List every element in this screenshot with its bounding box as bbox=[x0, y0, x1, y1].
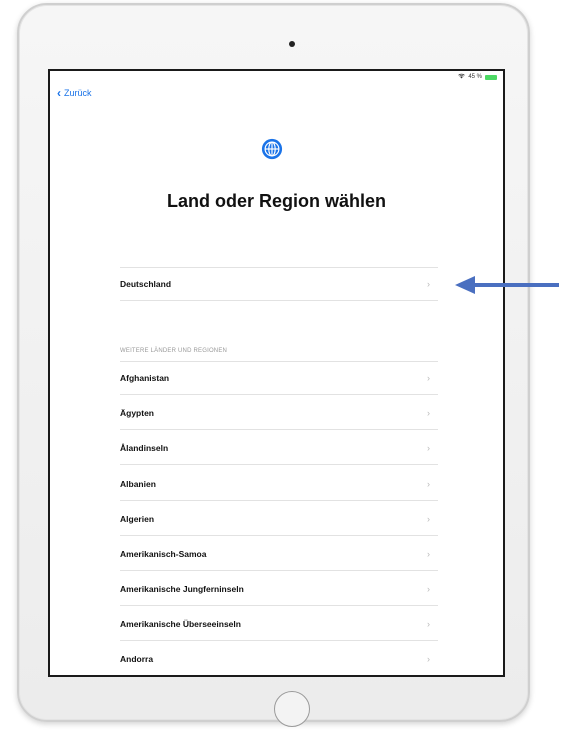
ipad-screen: 45 % ‹ Zurück Land oder Region wählen De… bbox=[48, 69, 505, 677]
chevron-right-icon: › bbox=[427, 653, 430, 664]
country-row[interactable]: Amerikanische Jungferninseln › bbox=[120, 572, 438, 606]
chevron-right-icon: › bbox=[427, 548, 430, 559]
country-label: Ägypten bbox=[120, 407, 154, 418]
country-label: Amerikanische Jungferninseln bbox=[120, 583, 244, 594]
country-row[interactable]: Albanien › bbox=[120, 467, 438, 501]
chevron-right-icon: › bbox=[427, 478, 430, 489]
page-title: Land oder Region wählen bbox=[166, 191, 386, 211]
country-label: Albanien bbox=[120, 478, 156, 489]
country-row[interactable]: Ägypten › bbox=[120, 396, 438, 430]
country-label: Algerien bbox=[120, 513, 155, 524]
annotation-arrow-icon bbox=[455, 276, 559, 294]
battery-icon bbox=[485, 74, 497, 80]
back-button[interactable]: ‹ Zurück bbox=[57, 85, 92, 100]
country-label: Andorra bbox=[120, 653, 154, 664]
wifi-icon bbox=[458, 73, 466, 81]
chevron-right-icon: › bbox=[427, 442, 430, 453]
country-label: Ålandinseln bbox=[120, 442, 169, 453]
home-button[interactable] bbox=[274, 691, 310, 727]
chevron-right-icon: › bbox=[427, 372, 430, 383]
camera-dot bbox=[289, 41, 295, 47]
country-row[interactable]: Afghanistan › bbox=[120, 361, 438, 395]
chevron-left-icon: ‹ bbox=[57, 85, 61, 100]
chevron-right-icon: › bbox=[427, 407, 430, 418]
country-row[interactable]: Amerikanische Überseeinseln › bbox=[120, 607, 438, 641]
selected-country-row[interactable]: Deutschland › bbox=[120, 267, 438, 301]
country-label: Deutschland bbox=[120, 278, 172, 289]
country-row[interactable]: Andorra › bbox=[120, 642, 438, 675]
globe-icon bbox=[261, 138, 283, 160]
country-label: Amerikanisch-Samoa bbox=[120, 548, 207, 559]
stage: 45 % ‹ Zurück Land oder Region wählen De… bbox=[0, 0, 574, 731]
country-row[interactable]: Ålandinseln › bbox=[120, 431, 438, 465]
country-label: Afghanistan bbox=[120, 372, 170, 383]
chevron-right-icon: › bbox=[427, 618, 430, 629]
chevron-right-icon: › bbox=[427, 278, 430, 289]
back-button-label: Zurück bbox=[64, 88, 92, 98]
status-bar: 45 % bbox=[458, 73, 497, 81]
country-row[interactable]: Algerien › bbox=[120, 502, 438, 536]
battery-percent: 45 % bbox=[468, 74, 482, 80]
country-row[interactable]: Amerikanisch-Samoa › bbox=[120, 537, 438, 571]
country-label: Amerikanische Überseeinseln bbox=[120, 618, 241, 629]
chevron-right-icon: › bbox=[427, 583, 430, 594]
chevron-right-icon: › bbox=[427, 513, 430, 524]
section-header: WEITERE LÄNDER UND REGIONEN bbox=[120, 348, 228, 354]
